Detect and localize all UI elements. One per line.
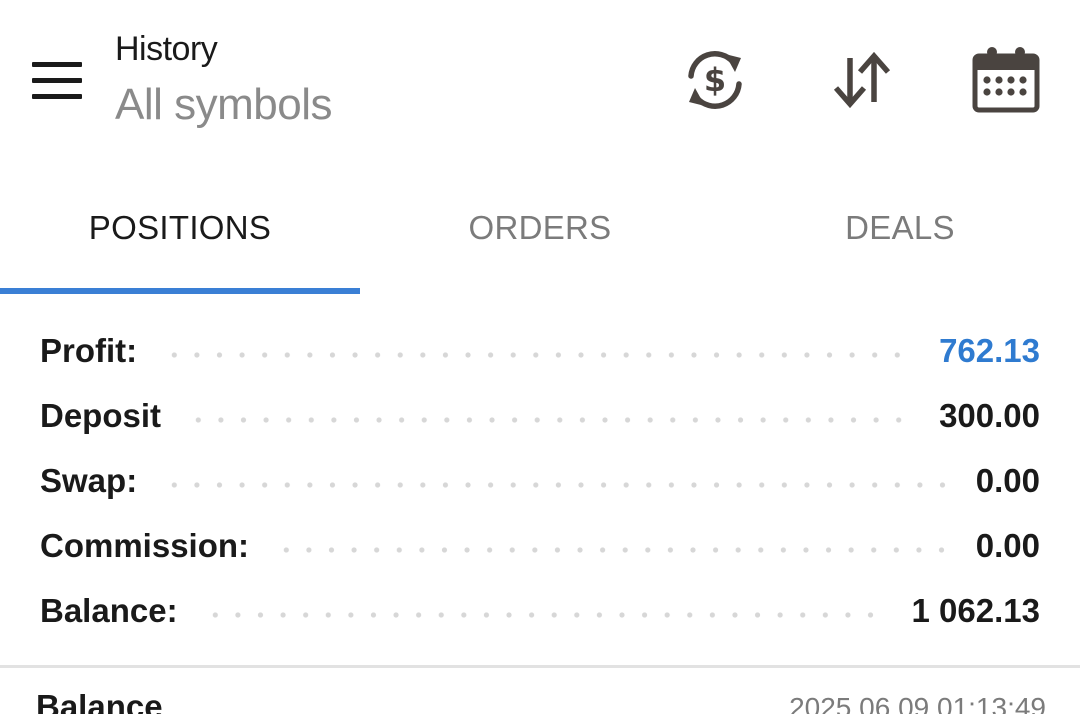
dotted-leader — [203, 611, 886, 618]
tab-positions[interactable]: POSITIONS — [0, 160, 360, 295]
dotted-leader — [187, 416, 914, 423]
commission-label: Commission: — [40, 526, 250, 564]
balance-label: Balance: — [40, 591, 178, 629]
menu-icon[interactable] — [30, 58, 84, 100]
swap-value: 0.00 — [975, 461, 1040, 499]
swap-label: Swap: — [40, 461, 138, 499]
summary-row-profit: Profit: 762.13 — [0, 318, 1080, 383]
currency-exchange-icon[interactable]: $ — [679, 44, 751, 116]
summary-row-commission: Commission: 0.00 — [0, 513, 1080, 578]
summary-row-deposit: Deposit 300.00 — [0, 383, 1080, 448]
app-header: History All symbols $ — [0, 0, 1080, 160]
balance-value: 1 062.13 — [911, 591, 1040, 629]
tab-orders[interactable]: ORDERS — [360, 160, 720, 295]
tab-deals[interactable]: DEALS — [720, 160, 1080, 295]
history-screen: History All symbols $ POSITIONS ORDERS D… — [0, 0, 1080, 714]
sort-icon[interactable] — [826, 44, 898, 116]
deposit-label: Deposit — [40, 396, 162, 434]
deal-type: Balance — [36, 688, 163, 714]
dotted-leader — [163, 481, 950, 488]
symbol-filter[interactable]: All symbols — [115, 80, 333, 130]
summary-row-swap: Swap: 0.00 — [0, 448, 1080, 513]
history-tabs: POSITIONS ORDERS DEALS — [0, 160, 1080, 295]
deposit-value: 300.00 — [939, 396, 1040, 434]
deal-timestamp: 2025.06.09 01:13:49 — [789, 692, 1046, 714]
page-title: History — [115, 30, 218, 68]
calendar-icon[interactable] — [970, 44, 1042, 116]
active-tab-indicator — [0, 288, 360, 294]
commission-value: 0.00 — [975, 526, 1040, 564]
list-item[interactable]: Balance 2025.06.09 01:13:49 — [0, 668, 1080, 714]
profit-label: Profit: — [40, 331, 138, 369]
summary-panel: Profit: 762.13 Deposit 300.00 Swap: 0.00… — [0, 318, 1080, 643]
profit-value: 762.13 — [939, 331, 1040, 369]
svg-text:$: $ — [704, 61, 726, 99]
dotted-leader — [163, 351, 914, 358]
dotted-leader — [275, 546, 950, 553]
summary-row-balance: Balance: 1 062.13 — [0, 578, 1080, 643]
